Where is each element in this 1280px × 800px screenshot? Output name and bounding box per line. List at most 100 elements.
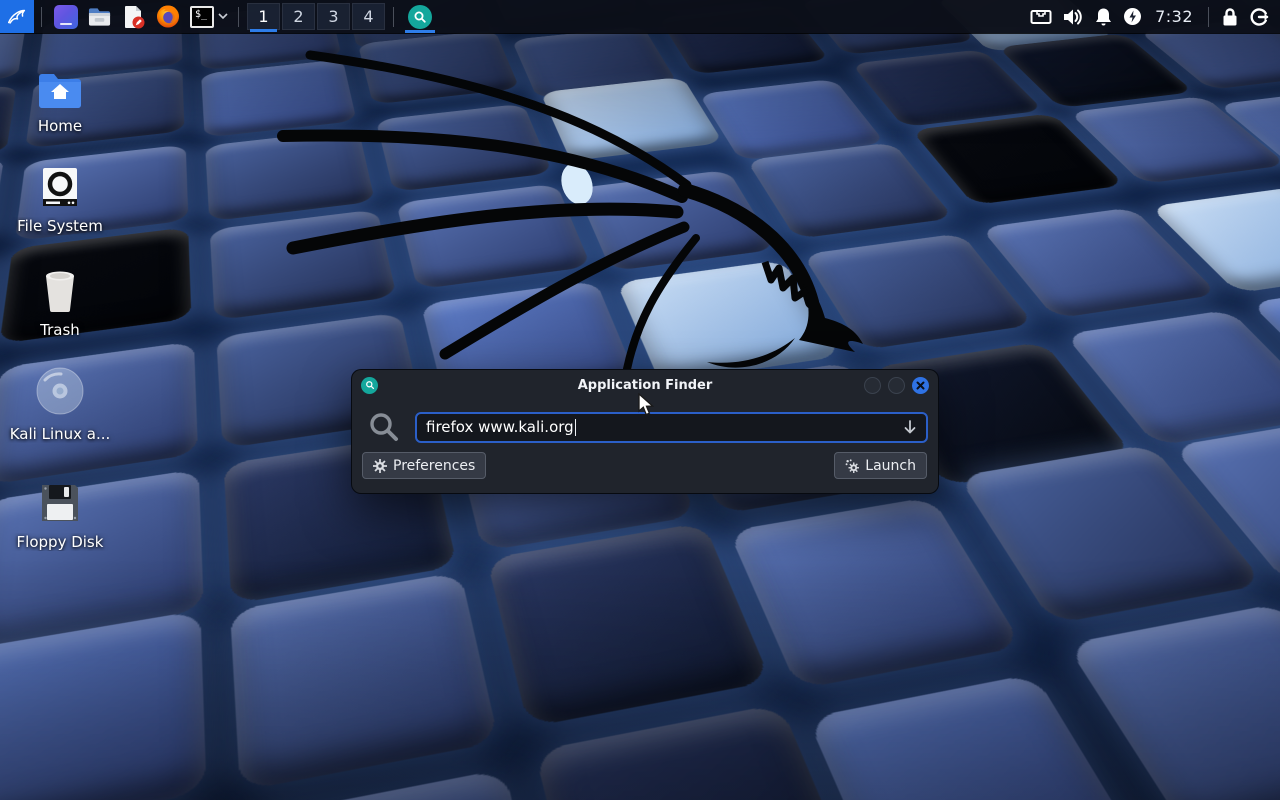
wallpaper-cube [242,769,556,800]
network-tray-icon[interactable] [1025,0,1057,33]
desktop-icon-label: Floppy Disk [4,533,116,551]
wallpaper-cube [911,113,1125,205]
text-caret [575,419,577,436]
wallpaper-cube [534,704,869,800]
preferences-button[interactable]: Preferences [362,452,486,479]
desktop-icon-label: Trash [4,321,116,339]
wallpaper-cube [0,610,207,800]
search-query-text: firefox www.kali.org [426,418,574,436]
desktop-icon-file-system[interactable]: File System [4,156,116,235]
wallpaper-cube [358,30,520,105]
notification-tray-icon[interactable] [1089,0,1118,33]
wallpaper-cube [616,260,841,383]
launch-button[interactable]: Launch [834,452,927,479]
wallpaper-cube [807,673,1153,800]
wallpaper-cube [998,33,1195,108]
wallpaper-cube [376,104,553,192]
desktop-icon-home[interactable]: Home [4,56,116,135]
firefox-icon [156,4,180,29]
dropdown-arrow-icon[interactable] [903,420,917,435]
bell-icon [1094,7,1113,27]
kali-dragon-silhouette [255,22,945,397]
wallpaper-cube [210,209,397,320]
desktop-icon-kali-docs[interactable]: Kali Linux a... [4,364,116,443]
window-icon [54,5,78,29]
mouse-cursor [637,393,659,417]
folder-icon [88,6,112,28]
search-input[interactable]: firefox www.kali.org [415,412,928,443]
power-manager-tray-icon[interactable] [1118,0,1147,33]
close-icon [916,381,925,390]
panel-separator [1208,7,1209,27]
desktop-icon-label: File System [4,217,116,235]
gear-icon [373,459,387,473]
wallpaper-cube [802,233,1034,350]
clock[interactable]: 7:32 [1147,7,1201,26]
speaker-icon [1062,7,1084,27]
wallpaper-cube [1250,279,1280,408]
volume-tray-icon[interactable] [1057,0,1089,33]
panel-separator [393,7,394,27]
application-finder-window: Application Finder firefox www.kali.org [352,370,938,493]
launcher-firefox[interactable] [151,0,185,33]
terminal-icon: $_ [190,6,214,28]
ethernet-icon [1030,8,1052,25]
wallpaper-cube [1150,187,1280,293]
launcher-text-editor[interactable] [117,0,151,33]
workspace-4[interactable]: 4 [352,3,385,30]
run-gear-icon [845,459,859,473]
floppy-disk-icon [4,472,116,524]
battery-lightning-icon [1123,7,1142,26]
close-button[interactable] [912,377,929,394]
wallpaper-cube [958,444,1266,624]
workspace-number: 4 [363,7,373,26]
wallpaper-cube [728,497,1023,690]
workspace-number: 2 [293,7,303,26]
preferences-label: Preferences [393,458,475,474]
search-icon [408,5,432,29]
launch-label: Launch [865,458,916,474]
cd-disc-icon [4,364,116,416]
document-edit-icon [122,5,146,29]
launcher-terminal[interactable]: $_ [185,0,215,33]
app-finder-icon [361,377,378,394]
kali-menu-button[interactable] [0,0,34,33]
wallpaper-cube [540,77,723,161]
home-folder-icon [4,56,116,108]
workspace-number: 3 [328,7,338,26]
wallpaper-cube [1066,603,1280,800]
wallpaper-cube [1069,96,1280,184]
wallpaper-cube [699,79,886,161]
workspace-2[interactable]: 2 [282,3,315,30]
wallpaper-cube [512,26,678,98]
wallpaper-cube [201,59,357,137]
window-title: Application Finder [352,378,938,393]
kali-logo-icon [5,4,29,30]
launcher-window-manager[interactable] [49,0,83,33]
lock-screen-button[interactable] [1216,0,1244,33]
top-panel: $_ 1 2 3 4 [0,0,1280,33]
panel-separator [41,7,42,27]
workspace-number: 1 [258,7,268,26]
minimize-button[interactable] [864,377,881,394]
logout-icon [1249,7,1269,27]
workspace-1[interactable]: 1 [247,3,280,30]
desktop-icon-label: Home [4,117,116,135]
workspace-3[interactable]: 3 [317,3,350,30]
desktop-icon-label: Kali Linux a... [4,425,116,443]
desktop-icon-floppy-disk[interactable]: Floppy Disk [4,472,116,551]
wallpaper-cube [230,572,499,791]
launcher-file-manager[interactable] [83,0,117,33]
wallpaper-cube [396,184,591,290]
taskbar-application-finder[interactable] [401,0,439,33]
wallpaper-cube [1218,89,1280,174]
wallpaper-cube [746,142,954,239]
search-glass-icon [368,411,400,443]
wallpaper-cube [1064,310,1280,446]
wallpaper-cube [980,207,1219,318]
chevron-down-icon[interactable] [215,10,231,23]
lock-icon [1221,7,1239,27]
logout-button[interactable] [1244,0,1274,33]
desktop-icon-trash[interactable]: Trash [4,260,116,339]
maximize-button[interactable] [888,377,905,394]
